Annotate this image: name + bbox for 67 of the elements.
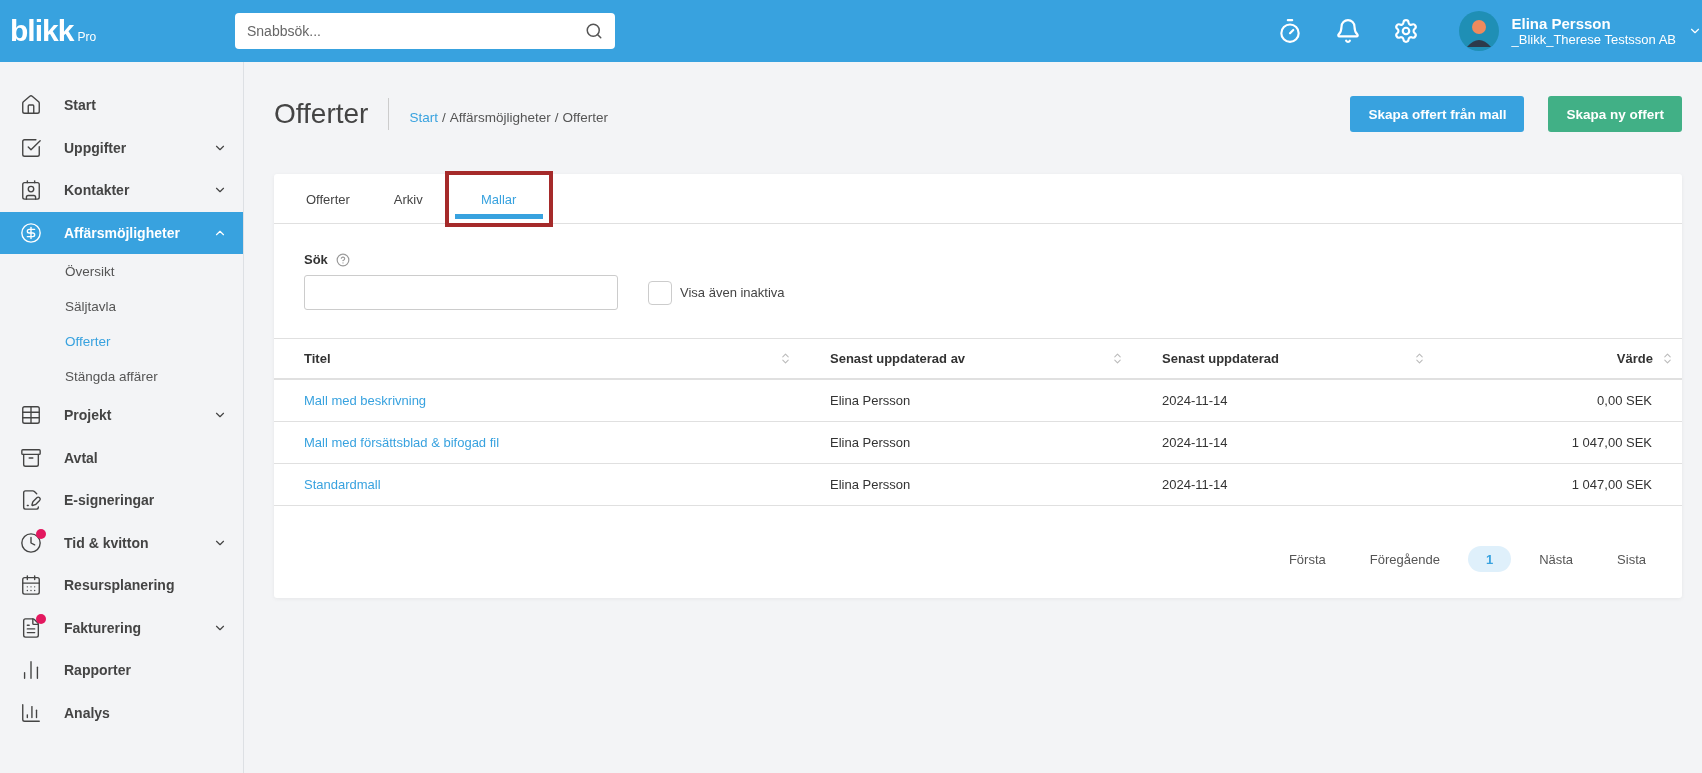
column-header[interactable]: Senast uppdaterad [1132, 339, 1434, 380]
sidebar-item[interactable]: Kontakter [0, 169, 243, 212]
sort-icon [1661, 352, 1674, 365]
table-cell: 0,00 SEK [1434, 380, 1682, 422]
page-title: Offerter [274, 98, 390, 130]
logo-suffix: Pro [77, 30, 97, 44]
pagination-button[interactable]: Första [1272, 546, 1342, 572]
bell-icon[interactable] [1335, 18, 1362, 44]
avatar [1459, 11, 1500, 51]
table-cell: 2024-11-14 [1132, 380, 1434, 422]
checkbox[interactable] [648, 280, 672, 305]
sidebar-item[interactable]: Resursplanering [0, 564, 243, 607]
dollar-circle-icon [20, 221, 42, 244]
table-cell: 1 047,00 SEK [1434, 422, 1682, 464]
logo-text: blikk [10, 16, 74, 46]
pagination-button[interactable]: Föregående [1353, 546, 1456, 572]
sidebar-subitem[interactable]: Stängda affärer [0, 359, 243, 394]
sidebar-item[interactable]: Tid & kvitton [0, 521, 243, 564]
table-cell: Elina Persson [800, 464, 1132, 506]
help-icon[interactable] [335, 252, 350, 267]
search-icon [585, 22, 603, 40]
table-cell: 2024-11-14 [1132, 422, 1434, 464]
breadcrumb-item: Offerter [562, 109, 609, 125]
pagination-button[interactable]: Sista [1601, 546, 1662, 572]
sidebar-item[interactable]: Avtal [0, 436, 243, 479]
sidebar-item[interactable]: E-signeringar [0, 479, 243, 522]
search-label: Sök [304, 252, 328, 267]
column-header[interactable]: Värde [1434, 339, 1682, 380]
column-header[interactable]: Senast uppdaterad av [800, 339, 1132, 380]
input-field[interactable] [304, 275, 618, 310]
calendar-icon [20, 574, 42, 597]
sidebar-item[interactable]: Analys [0, 691, 243, 734]
settings-icon[interactable] [1393, 18, 1420, 44]
chart-icon [20, 701, 42, 724]
sidebar-item[interactable]: Uppgifter [0, 126, 243, 169]
company-name: _Blikk_Therese Testsson AB [1511, 32, 1676, 47]
table-cell: 2024-11-14 [1132, 464, 1434, 506]
checkbox-label: Visa även inaktiva [680, 285, 785, 300]
user-name: Elina Persson [1511, 15, 1612, 32]
signed-document-icon [20, 489, 42, 512]
sidebar-item[interactable]: Projekt [0, 394, 243, 437]
breadcrumb-separator: / [554, 109, 559, 125]
table-cell: Elina Persson [800, 380, 1132, 422]
sidebar-item[interactable]: Rapporter [0, 649, 243, 692]
sort-icon [779, 352, 792, 365]
breadcrumb-separator: / [441, 109, 446, 125]
tab[interactable]: Offerter [284, 171, 372, 227]
sidebar-item[interactable]: Fakturering [0, 606, 243, 649]
home-icon [20, 94, 42, 117]
table-cell: Elina Persson [800, 422, 1132, 464]
sort-icon [1111, 352, 1124, 365]
sort-icon [1413, 352, 1426, 365]
contact-card-icon [20, 179, 42, 202]
search-field[interactable]: Snabbsök... [235, 13, 615, 49]
table-cell: 1 047,00 SEK [1434, 464, 1682, 506]
column-header[interactable]: Titel [274, 339, 800, 380]
table-icon [20, 404, 42, 427]
breadcrumb-item: Affärsmöjligheter [449, 109, 551, 125]
tab[interactable]: Arkiv [371, 171, 445, 227]
clock-icon [20, 531, 42, 554]
sidebar-subitem[interactable]: Säljtavla [0, 289, 243, 324]
pagination-button[interactable]: Nästa [1523, 546, 1590, 572]
document-icon [20, 616, 42, 639]
sidebar-item[interactable]: Start [0, 84, 243, 127]
sidebar-subitem[interactable]: Översikt [0, 254, 243, 289]
checkbox-icon [20, 136, 42, 159]
cabinet-icon [20, 446, 42, 469]
